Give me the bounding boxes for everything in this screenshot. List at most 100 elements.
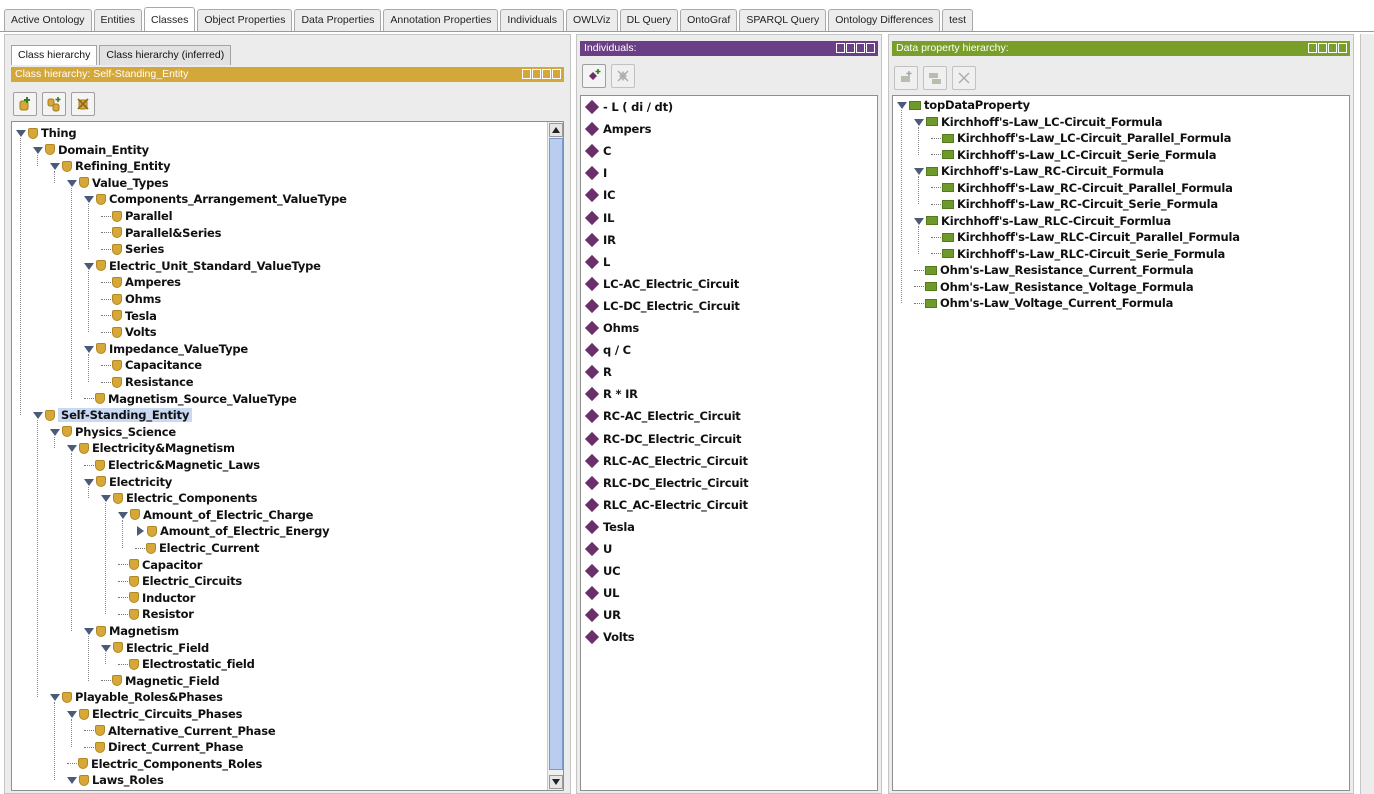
- tab-object-properties[interactable]: Object Properties: [197, 9, 293, 31]
- individual-item[interactable]: RC-AC_Electric_Circuit: [584, 408, 741, 424]
- individual-item[interactable]: C: [584, 143, 611, 159]
- class-tree-node[interactable]: Inductor: [118, 590, 195, 606]
- class-tree-node[interactable]: Alternative_Current_Phase: [84, 723, 276, 739]
- class-tree-node[interactable]: Impedance_ValueType: [84, 341, 248, 357]
- class-tree-node[interactable]: Capacitor: [118, 557, 202, 573]
- tab-owlviz[interactable]: OWLViz: [566, 9, 618, 31]
- individual-item[interactable]: I: [584, 165, 607, 181]
- expanded-triangle-icon[interactable]: [50, 427, 60, 437]
- class-tree-node[interactable]: Electricity&Magnetism: [67, 440, 235, 456]
- class-tree-node[interactable]: Thing: [16, 125, 77, 141]
- expanded-triangle-icon[interactable]: [67, 775, 77, 785]
- view-window-buttons[interactable]: [521, 69, 561, 79]
- individual-item[interactable]: RLC_AC-Electric_Circuit: [584, 497, 748, 513]
- data-property-node[interactable]: topDataProperty: [897, 97, 1030, 113]
- tab-test[interactable]: test: [942, 9, 974, 31]
- individual-item[interactable]: IR: [584, 232, 616, 248]
- class-tree-node[interactable]: Tesla: [101, 308, 157, 324]
- delete-class-button[interactable]: [71, 92, 95, 116]
- add-subclass-button[interactable]: [13, 92, 37, 116]
- individual-item[interactable]: R * IR: [584, 386, 638, 402]
- expanded-triangle-icon[interactable]: [897, 100, 907, 110]
- scroll-up-arrow[interactable]: [549, 123, 563, 137]
- class-tree[interactable]: Thing Domain_Entity Refining_Entity Value_T…: [11, 121, 564, 791]
- data-property-node[interactable]: Ohm's-Law_Voltage_Current_Formula: [914, 295, 1173, 311]
- class-tree-node[interactable]: Electric&Magnetic_Laws: [84, 457, 260, 473]
- subtab-class-hierarchy-inferred[interactable]: Class hierarchy (inferred): [99, 45, 232, 65]
- data-property-node[interactable]: Kirchhoff's-Law_RC-Circuit_Formula: [914, 163, 1164, 179]
- class-tree-node[interactable]: Refining_Entity: [50, 158, 171, 174]
- class-tree-node[interactable]: Magnetic_Field: [101, 673, 220, 689]
- tab-entities[interactable]: Entities: [93, 9, 142, 31]
- class-tree-node[interactable]: Components_Arrangement_ValueType: [84, 191, 347, 207]
- individual-item[interactable]: RLC-AC_Electric_Circuit: [584, 453, 748, 469]
- class-tree-node[interactable]: Electric_Current: [135, 540, 260, 556]
- individual-item[interactable]: UC: [584, 563, 621, 579]
- class-tree-node[interactable]: Electricity: [84, 474, 172, 490]
- expanded-triangle-icon[interactable]: [67, 709, 77, 719]
- data-property-node[interactable]: Kirchhoff's-Law_LC-Circuit_Parallel_Form…: [931, 130, 1231, 146]
- add-sibling-class-button[interactable]: [42, 92, 66, 116]
- individual-item[interactable]: q / C: [584, 342, 631, 358]
- scroll-thumb[interactable]: [549, 138, 563, 770]
- tab-sparql-query[interactable]: SPARQL Query: [739, 9, 827, 31]
- class-tree-node[interactable]: Volts: [101, 324, 157, 340]
- expanded-triangle-icon[interactable]: [67, 443, 77, 453]
- tab-individuals[interactable]: Individuals: [500, 9, 565, 31]
- class-tree-node[interactable]: Value_Types: [67, 175, 169, 191]
- class-tree-node[interactable]: Electric_Unit_Standard_ValueType: [84, 258, 321, 274]
- expanded-triangle-icon[interactable]: [84, 194, 94, 204]
- expanded-triangle-icon[interactable]: [16, 128, 26, 138]
- expanded-triangle-icon[interactable]: [67, 178, 77, 188]
- collapsed-triangle-icon[interactable]: [135, 526, 145, 537]
- individuals-list[interactable]: - L ( di / dt) Ampers C I IC IL IR L LC-AC_Elect…: [580, 95, 878, 791]
- add-sub-property-button[interactable]: [894, 66, 918, 90]
- individual-item[interactable]: RLC-DC_Electric_Circuit: [584, 475, 749, 491]
- tab-classes[interactable]: Classes: [143, 7, 196, 31]
- data-property-node[interactable]: Kirchhoff's-Law_RLC-Circuit_Formlua: [914, 213, 1171, 229]
- class-tree-node[interactable]: Playable_Roles&Phases: [50, 689, 223, 705]
- expanded-triangle-icon[interactable]: [914, 216, 924, 226]
- class-tree-node[interactable]: Self-Standing_Entity: [33, 407, 193, 423]
- add-individual-button[interactable]: [582, 64, 606, 88]
- class-tree-node[interactable]: Capacitance: [101, 357, 202, 373]
- individual-item[interactable]: Ohms: [584, 320, 639, 336]
- class-tree-node[interactable]: Physics_Science: [50, 424, 176, 440]
- delete-property-button[interactable]: [952, 66, 976, 90]
- view-window-buttons[interactable]: [1307, 43, 1347, 53]
- expanded-triangle-icon[interactable]: [101, 493, 111, 503]
- expanded-triangle-icon[interactable]: [118, 510, 128, 520]
- class-tree-node[interactable]: Amount_of_Electric_Charge: [118, 507, 313, 523]
- individual-item[interactable]: IL: [584, 210, 614, 226]
- expanded-triangle-icon[interactable]: [33, 145, 43, 155]
- expanded-triangle-icon[interactable]: [84, 261, 94, 271]
- tab-data-properties[interactable]: Data Properties: [294, 9, 382, 31]
- data-property-tree[interactable]: topDataProperty Kirchhoff's-Law_LC-Circui…: [892, 95, 1350, 791]
- class-tree-node[interactable]: Magnetism_Source_ValueType: [84, 391, 297, 407]
- expanded-triangle-icon[interactable]: [33, 410, 43, 420]
- individual-item[interactable]: LC-AC_Electric_Circuit: [584, 276, 739, 292]
- class-tree-node[interactable]: Electric_Field: [101, 640, 209, 656]
- expanded-triangle-icon[interactable]: [914, 117, 924, 127]
- individual-item[interactable]: UR: [584, 607, 621, 623]
- data-property-node[interactable]: Ohm's-Law_Resistance_Current_Formula: [914, 262, 1194, 278]
- expanded-triangle-icon[interactable]: [84, 626, 94, 636]
- tab-ontology-differences[interactable]: Ontology Differences: [828, 9, 941, 31]
- tab-annotation-properties[interactable]: Annotation Properties: [383, 9, 499, 31]
- delete-individual-button[interactable]: [611, 64, 635, 88]
- tab-active-ontology[interactable]: Active Ontology: [4, 9, 92, 31]
- expanded-triangle-icon[interactable]: [50, 692, 60, 702]
- class-tree-node[interactable]: Electric_Components_Roles: [67, 756, 262, 772]
- individual-item[interactable]: Ampers: [584, 121, 651, 137]
- class-tree-node[interactable]: Amount_of_Electric_Energy: [135, 523, 330, 539]
- class-tree-node[interactable]: Laws_Roles: [67, 772, 164, 788]
- individual-item[interactable]: LC-DC_Electric_Circuit: [584, 298, 740, 314]
- class-tree-node[interactable]: Electric_Circuits: [118, 573, 242, 589]
- class-tree-node[interactable]: Direct_Current_Phase: [84, 739, 243, 755]
- class-tree-node[interactable]: Resistance: [101, 374, 194, 390]
- data-property-node[interactable]: Kirchhoff's-Law_RC-Circuit_Serie_Formula: [931, 196, 1218, 212]
- add-sibling-property-button[interactable]: [923, 66, 947, 90]
- class-tree-node[interactable]: Resistor: [118, 606, 194, 622]
- expanded-triangle-icon[interactable]: [101, 643, 111, 653]
- class-tree-node[interactable]: Domain_Entity: [33, 142, 149, 158]
